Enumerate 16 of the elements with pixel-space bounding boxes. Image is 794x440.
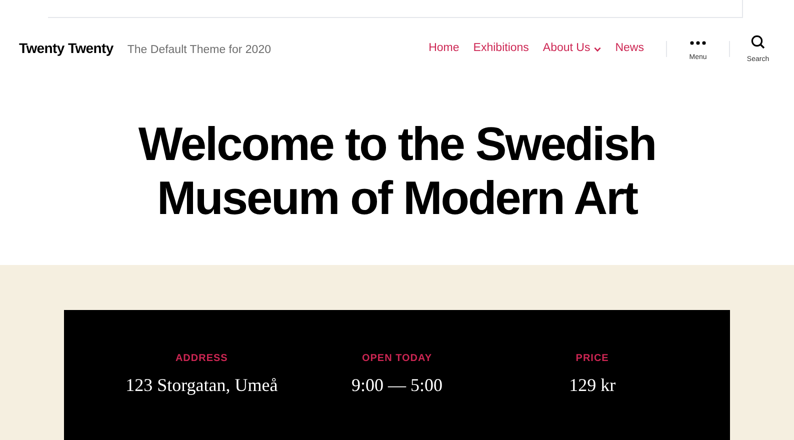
info-value: 123 Storgatan, Umeå bbox=[126, 374, 278, 397]
info-value: 129 kr bbox=[569, 374, 616, 397]
info-value: 9:00 — 5:00 bbox=[351, 374, 442, 397]
info-heading: PRICE bbox=[576, 352, 609, 366]
nav-link[interactable]: About Us bbox=[542, 40, 602, 58]
site-tagline: The Default Theme for 2020 bbox=[127, 43, 271, 58]
menu-icon bbox=[690, 40, 706, 45]
info-heading: ADDRESS bbox=[175, 352, 228, 366]
nav-link[interactable]: Exhibitions bbox=[473, 40, 529, 58]
info-heading: OPEN TODAY bbox=[362, 352, 432, 366]
nav-link[interactable]: Home bbox=[428, 40, 460, 58]
page-title: Welcome to the Swedish Museum of Modern Art bbox=[137, 116, 657, 224]
site-title[interactable]: Twenty Twenty bbox=[19, 38, 114, 60]
search-icon bbox=[751, 34, 765, 49]
nav-link[interactable]: News bbox=[615, 40, 644, 58]
chevron-down-icon bbox=[594, 46, 602, 52]
